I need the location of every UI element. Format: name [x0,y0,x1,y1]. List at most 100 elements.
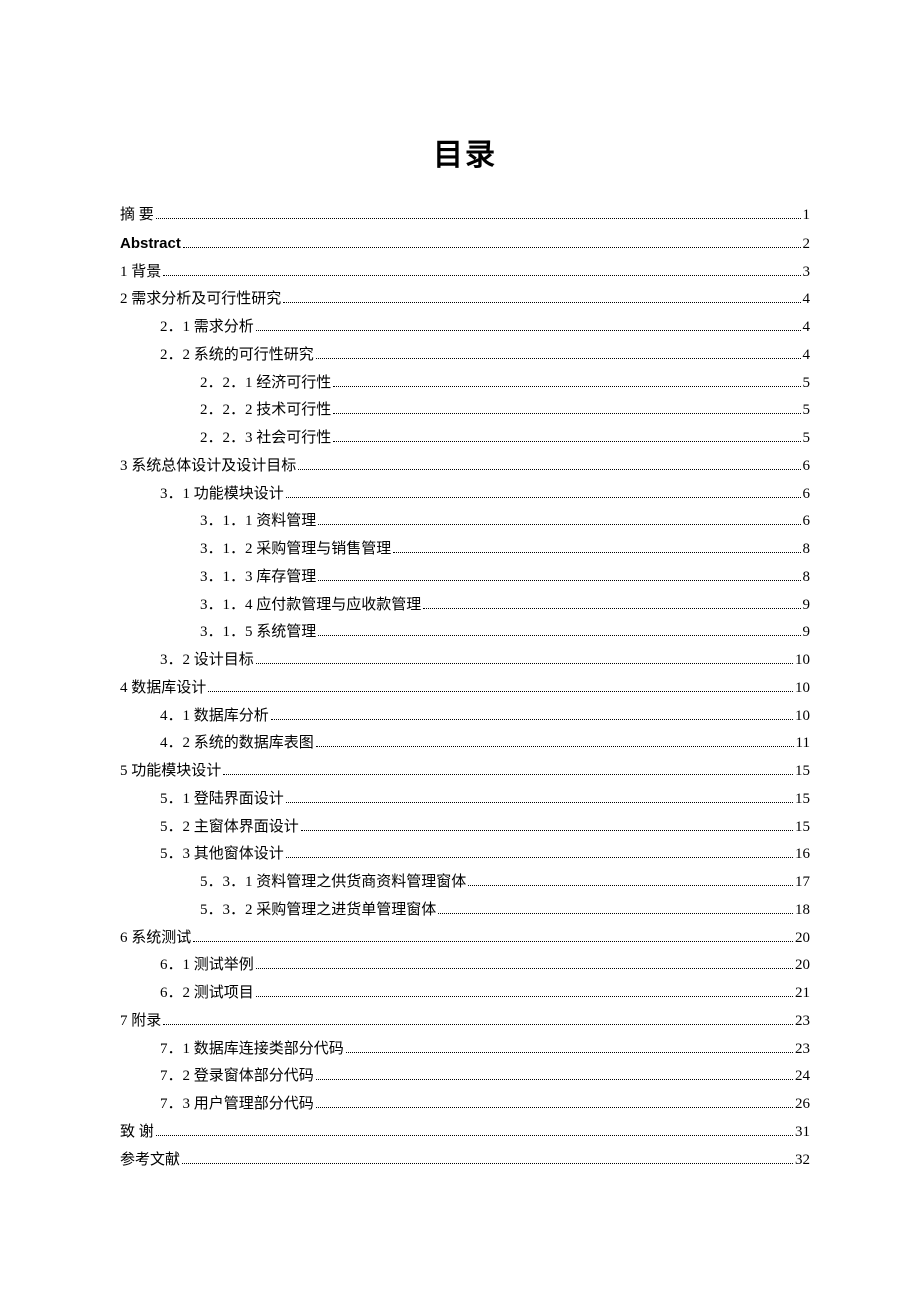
toc-entry-label: 5．3 其他窗体设计 [160,841,284,869]
toc-leader-dots [156,218,801,219]
toc-leader-dots [318,635,800,636]
toc-entry-page: 10 [795,703,810,731]
toc-entry-label: 1 背景 [120,259,161,287]
toc-entry-label: 7．3 用户管理部分代码 [160,1091,314,1119]
toc-entry-page: 23 [795,1008,810,1036]
toc-entry-page: 26 [795,1091,810,1119]
toc-entry-page: 3 [803,259,811,287]
toc-entry: 7 附录 23 [120,1008,810,1036]
toc-entry-label: 致 谢 [120,1119,154,1147]
toc-entry: 5．3 其他窗体设计 16 [120,841,810,869]
toc-leader-dots [286,497,801,498]
toc-entry-label: 4 数据库设计 [120,675,206,703]
toc-leader-dots [163,1024,793,1025]
toc-entry: 致 谢 31 [120,1119,810,1147]
toc-entry-page: 32 [795,1147,810,1175]
toc-entry-page: 24 [795,1063,810,1091]
toc-entry-label: 3．1．5 系统管理 [200,619,316,647]
toc-leader-dots [256,663,793,664]
toc-entry-label: 2．2．1 经济可行性 [200,370,331,398]
toc-leader-dots [438,913,793,914]
toc-entry-page: 16 [795,841,810,869]
toc-entry: 5．2 主窗体界面设计15 [120,814,810,842]
toc-entry: 6．2 测试项目 21 [120,980,810,1008]
toc-entry: 2．2 系统的可行性研究 4 [120,342,810,370]
toc-entry-page: 15 [795,758,810,786]
toc-leader-dots [423,608,800,609]
toc-entry-page: 4 [803,342,811,370]
toc-entry-page: 8 [803,536,811,564]
toc-entry-label: 3．1．4 应付款管理与应收款管理 [200,592,421,620]
toc-entry: 7．3 用户管理部分代码 26 [120,1091,810,1119]
toc-title: 目录 [120,130,810,174]
toc-entry: 2．2．1 经济可行性5 [120,370,810,398]
toc-leader-dots [316,1107,793,1108]
toc-entry-label: 5．3．2 采购管理之进货单管理窗体 [200,897,436,925]
toc-leader-dots [301,830,793,831]
toc-entry-label: 3 系统总体设计及设计目标 [120,453,296,481]
toc-entry-label: 3．1 功能模块设计 [160,481,284,509]
toc-entry-page: 8 [803,564,811,592]
toc-leader-dots [271,719,793,720]
toc-leader-dots [318,580,800,581]
toc-leader-dots [316,1079,793,1080]
toc-entry-label: 2．2 系统的可行性研究 [160,342,314,370]
toc-leader-dots [333,386,800,387]
toc-leader-dots [286,857,793,858]
toc-entry: 参考文献 32 [120,1147,810,1175]
toc-leader-dots [393,552,800,553]
toc-entry-page: 15 [795,814,810,842]
toc-entry: 4．1 数据库分析 10 [120,703,810,731]
toc-entry-page: 31 [795,1119,810,1147]
toc-entry-label: 3．1．3 库存管理 [200,564,316,592]
toc-leader-dots [182,1163,793,1164]
toc-entry: 6 系统测试20 [120,925,810,953]
toc-leader-dots [256,996,793,997]
toc-entry-page: 5 [803,397,811,425]
toc-entry-page: 11 [796,730,810,758]
toc-entry: 6．1 测试举例 20 [120,952,810,980]
toc-entry: 2．2．3 社会可行性5 [120,425,810,453]
toc-entry-page: 15 [795,786,810,814]
toc-entry: 3．1．1 资料管理6 [120,508,810,536]
toc-entry-page: 6 [803,453,811,481]
toc-entry-label: 5．1 登陆界面设计 [160,786,284,814]
toc-entry-page: 17 [795,869,810,897]
toc-entry-label: Abstract [120,230,181,258]
toc-entry-page: 21 [795,980,810,1008]
toc-entry-label: 2 需求分析及可行性研究 [120,286,281,314]
toc-entry: 7．2 登录窗体部分代码24 [120,1063,810,1091]
toc-entry: 3．2 设计目标10 [120,647,810,675]
toc-entry-label: 3．1．2 采购管理与销售管理 [200,536,391,564]
toc-entry-label: 2．2．2 技术可行性 [200,397,331,425]
toc-entry-page: 1 [803,202,811,230]
toc-leader-dots [298,469,800,470]
toc-leader-dots [183,247,801,248]
toc-leader-dots [346,1052,793,1053]
toc-entry-page: 4 [803,286,811,314]
toc-entry-label: 参考文献 [120,1147,180,1175]
toc-entry: 5．3．2 采购管理之进货单管理窗体18 [120,897,810,925]
toc-entry-label: 7 附录 [120,1008,161,1036]
toc-entry-page: 5 [803,425,811,453]
toc-entry: 2．1 需求分析4 [120,314,810,342]
toc-leader-dots [223,774,793,775]
toc-entry-label: 6．2 测试项目 [160,980,254,1008]
toc-entry-label: 6．1 测试举例 [160,952,254,980]
toc-leader-dots [193,941,793,942]
toc-entry-page: 6 [803,508,811,536]
toc-leader-dots [156,1135,793,1136]
toc-entry-label: 6 系统测试 [120,925,191,953]
toc-entry: 4．2 系统的数据库表图11 [120,730,810,758]
toc-leader-dots [283,302,800,303]
toc-entry-label: 4．1 数据库分析 [160,703,269,731]
toc-entry: 2．2．2 技术可行性 5 [120,397,810,425]
toc-entry-page: 9 [803,592,811,620]
toc-entry: 1 背景 3 [120,259,810,287]
toc-leader-dots [163,275,800,276]
toc-leader-dots [286,802,793,803]
toc-entry: Abstract2 [120,230,810,259]
toc-entry-page: 20 [795,952,810,980]
toc-entry-label: 7．1 数据库连接类部分代码 [160,1036,344,1064]
toc-entry: 3．1．3 库存管理 8 [120,564,810,592]
